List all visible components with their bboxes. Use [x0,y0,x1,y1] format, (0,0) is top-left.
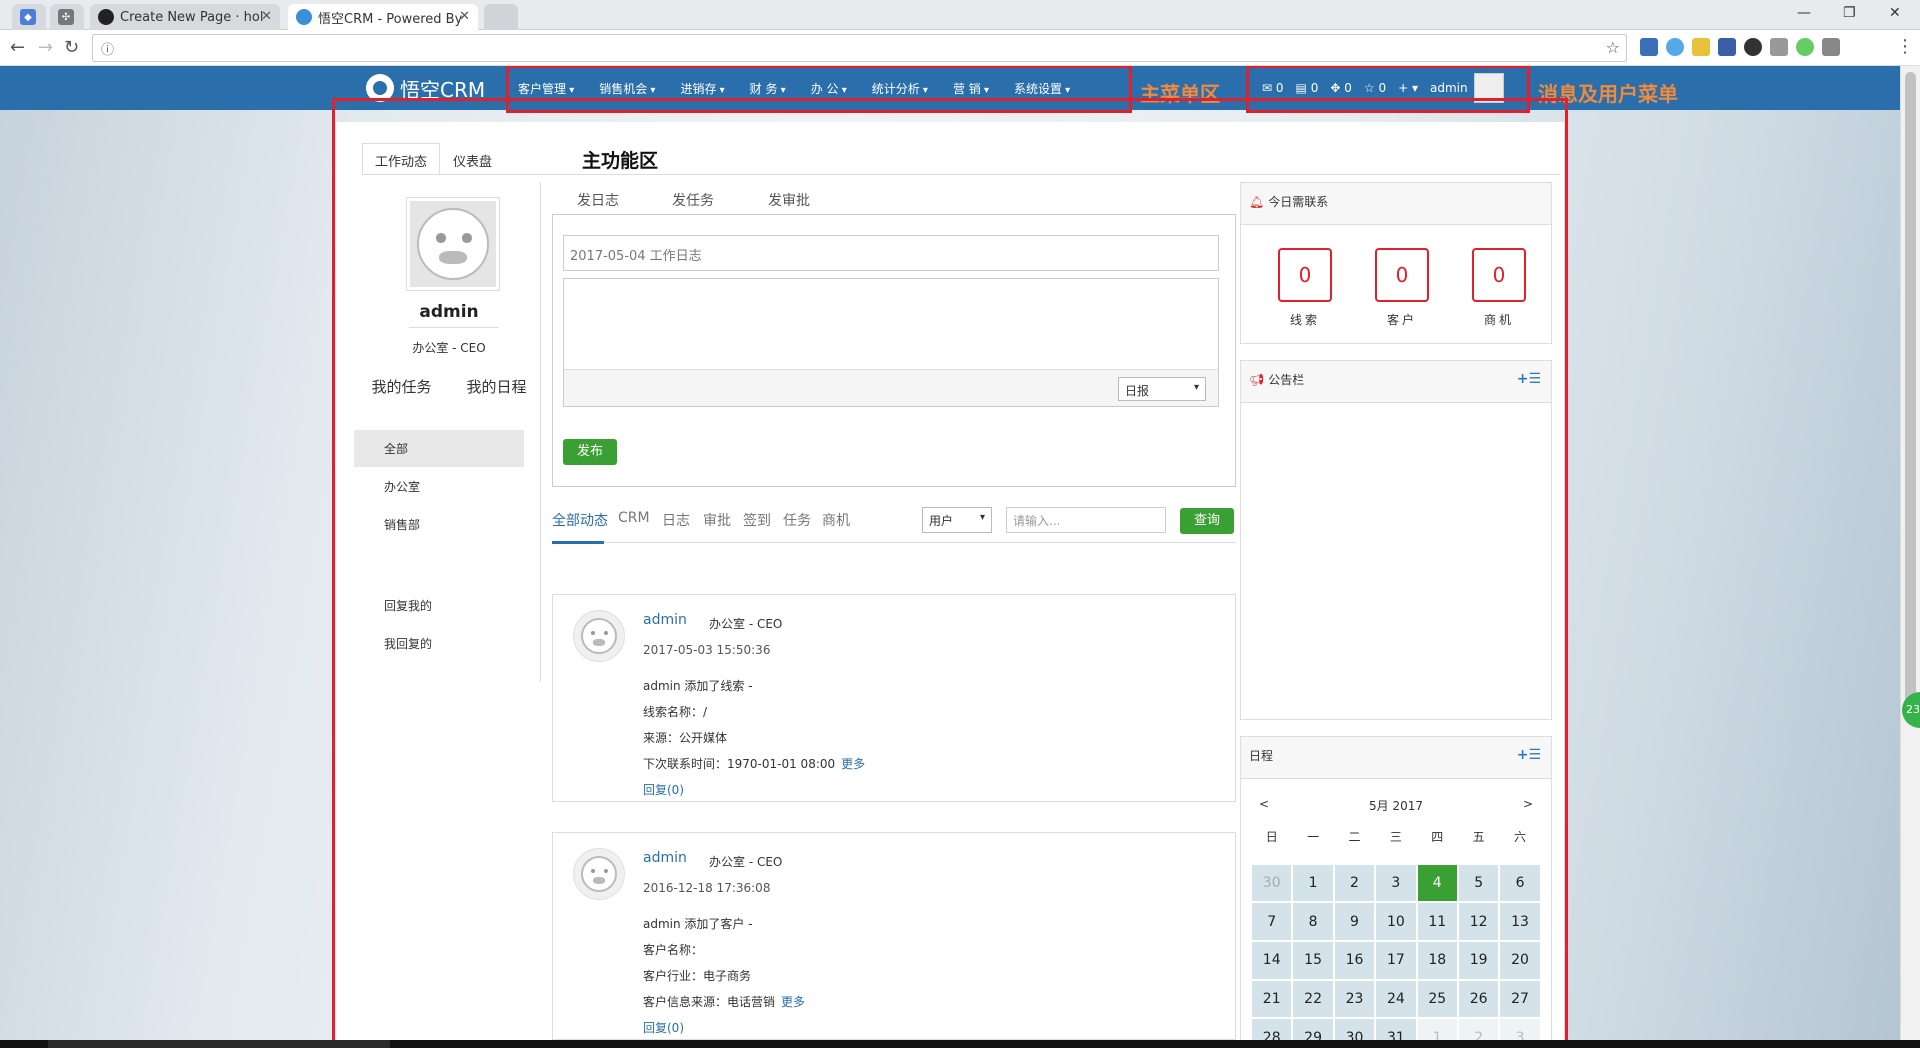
extension-icon[interactable] [1770,38,1788,56]
taskbar-segment [48,1040,390,1048]
extension-icon[interactable] [1796,38,1814,56]
browser-tab-strip: ◆ ✣ Create New Page · hol ✕ 悟空CRM - Powe… [0,0,1920,30]
info-icon[interactable]: ⓘ [101,39,114,58]
new-tab-button[interactable] [484,4,518,30]
back-icon[interactable]: ← [10,37,25,58]
close-tab-icon[interactable]: ✕ [459,9,470,24]
bookmark-star-icon[interactable]: ☆ [1606,38,1620,57]
browser-tab-github[interactable]: Create New Page · hol ✕ [90,4,280,30]
address-bar-row: ← → ↻ ⓘ ☆ ⋮ [0,30,1920,66]
forward-icon[interactable]: → [38,37,53,58]
browser-menu-icon[interactable]: ⋮ [1896,36,1914,57]
browser-tab-pinned-1[interactable]: ◆ [12,4,46,30]
network-icon: ✣ [58,9,74,25]
browser-tab-crm[interactable]: 悟空CRM - Powered By ✕ [288,4,478,30]
reload-icon[interactable]: ↻ [64,37,79,58]
window-close-icon[interactable]: ✕ [1889,5,1901,21]
close-tab-icon[interactable]: ✕ [261,9,272,24]
extension-icon[interactable] [1718,38,1736,56]
browser-tab-pinned-2[interactable]: ✣ [50,4,84,30]
page-viewport: 悟空CRM 客户管理 销售机会 进销存 财 务 办 公 统计分析 营 销 系统设… [0,66,1900,1048]
extension-icon[interactable] [1666,38,1684,56]
minimize-icon[interactable]: — [1797,5,1811,21]
extension-icon[interactable] [1744,38,1762,56]
browser-tab-title: Create New Page · hol [120,9,264,25]
os-taskbar [0,1040,1920,1048]
extension-icon[interactable] [1692,38,1710,56]
app-icon: ◆ [20,9,36,25]
page-scrollbar[interactable] [1900,66,1920,1048]
crm-favicon-icon [296,9,312,25]
main-area-highlight-box [332,98,1568,1048]
extension-icon[interactable] [1640,38,1658,56]
restore-icon[interactable]: ❐ [1843,5,1856,21]
url-input[interactable]: ⓘ ☆ [92,34,1627,62]
extension-icon[interactable] [1822,38,1840,56]
browser-tab-title: 悟空CRM - Powered By [318,11,463,27]
scrollbar-thumb[interactable] [1905,72,1916,712]
github-icon [98,9,114,25]
